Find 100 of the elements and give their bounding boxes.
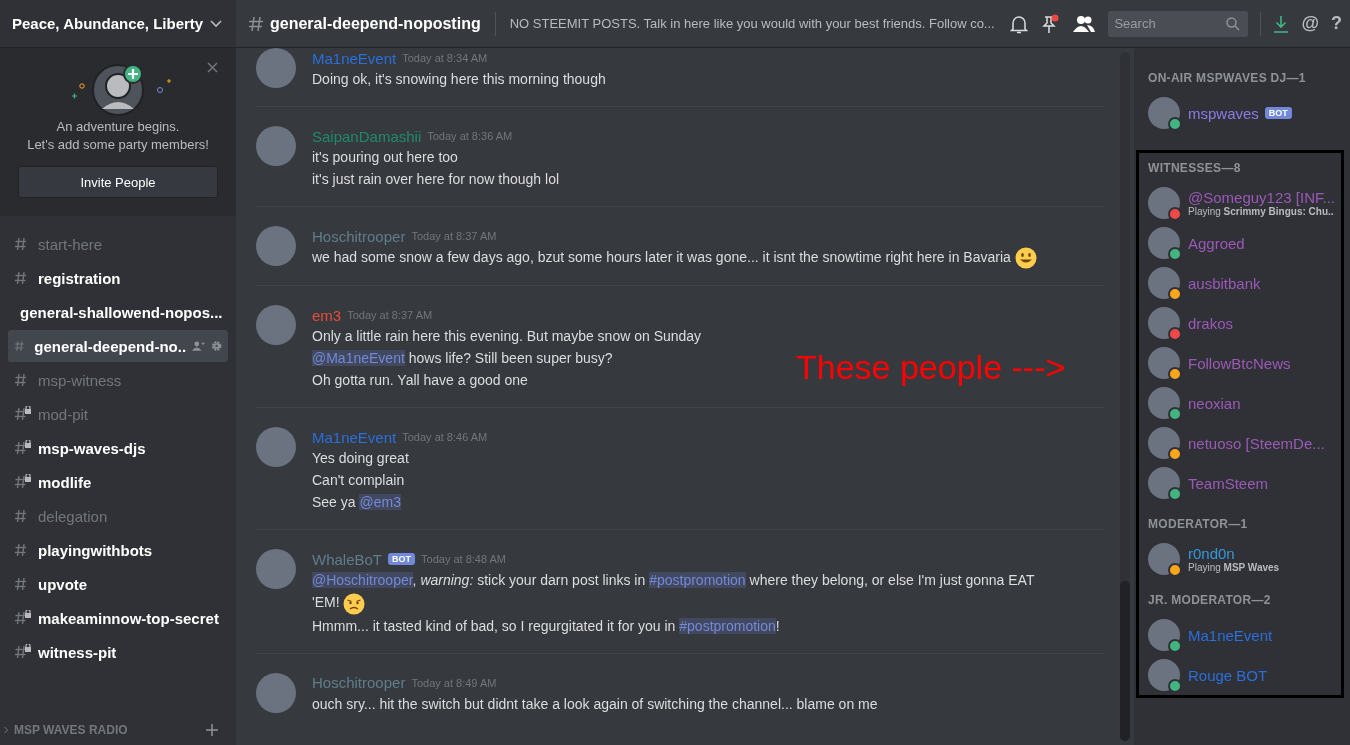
channel-item[interactable]: modlife <box>8 466 228 498</box>
avatar-photo[interactable] <box>1148 267 1180 299</box>
bell-icon[interactable] <box>1010 13 1029 34</box>
avatar-photo[interactable] <box>1148 387 1180 419</box>
mention-link[interactable]: @em3 <box>359 494 401 511</box>
group-header: WITNESSES—8 <box>1148 161 1242 175</box>
settings-icon[interactable] <box>210 339 222 353</box>
message-text: it's pouring out here too <box>312 148 458 167</box>
author-name[interactable]: em3 <box>312 306 342 324</box>
mention-link[interactable]: @Hoschitrooper <box>312 572 413 589</box>
avatar-photo[interactable] <box>1148 187 1180 219</box>
avatar-photo[interactable] <box>1148 543 1180 575</box>
message-text: Only a little rain here this evening. But maybe snow on Sunday <box>312 327 702 347</box>
invite-title: An adventure begins. <box>56 118 180 136</box>
activity-status: Playing MSP Waves <box>1188 562 1280 573</box>
scrollbar[interactable] <box>1120 52 1130 741</box>
chevron-down-icon[interactable] <box>210 19 222 28</box>
invite-subtitle: Let's add some party members! <box>27 136 209 154</box>
author-name[interactable]: Hoschitrooper <box>312 674 406 692</box>
member-name[interactable]: r0nd0n <box>1188 545 1235 562</box>
author-name[interactable]: WhaleBoT <box>312 550 383 568</box>
avatar-photo[interactable] <box>1148 467 1180 499</box>
mention-link[interactable]: @Ma1neEvent <box>312 350 405 367</box>
member-name[interactable]: Ma1neEvent <box>1188 626 1273 644</box>
author-name[interactable]: Ma1neEvent <box>312 428 397 446</box>
channel-item[interactable]: start-here <box>8 228 228 260</box>
group-header: JR. MODERATOR—2 <box>1148 593 1272 607</box>
channel-item[interactable]: msp-waves-djs <box>8 432 228 464</box>
plus-icon[interactable] <box>206 724 218 736</box>
member-name[interactable]: Rouge BOT <box>1188 666 1268 684</box>
toolbar-glyph-button[interactable]: ? <box>1331 13 1342 34</box>
server-name[interactable]: Peace, Abundance, Liberty <box>12 15 204 32</box>
angry-emoji-icon <box>343 592 366 615</box>
invite-people-button[interactable]: Invite People <box>18 166 218 198</box>
message-text: Yes doing great <box>312 449 409 469</box>
message-text: we had some snow a few days ago, bzut some hours later it was gone... it isnt the snowtime right here in Bavaria <box>312 246 1037 270</box>
add-person-icon[interactable] <box>192 340 205 352</box>
category-header[interactable]: MSP WAVES RADIO <box>14 723 128 737</box>
channel-item[interactable]: registration <box>8 262 228 294</box>
avatar-photo[interactable] <box>1148 97 1180 129</box>
mention-link[interactable]: #postpromotion <box>679 617 776 634</box>
timestamp: Today at 8:37 AM <box>411 230 497 242</box>
member-name[interactable]: netuoso [SteemDe... <box>1188 434 1325 452</box>
avatar-photo[interactable] <box>1148 619 1180 651</box>
member-name[interactable]: FollowBtcNews <box>1188 354 1291 372</box>
search-field[interactable]: Search <box>1108 10 1249 37</box>
locked-hash-icon <box>14 474 32 490</box>
timestamp: Today at 8:37 AM <box>347 309 433 322</box>
member-name[interactable]: mspwaves <box>1188 104 1259 122</box>
member-name[interactable]: TeamSteem <box>1188 474 1269 492</box>
download-icon[interactable] <box>1273 14 1290 33</box>
avatar-photo[interactable] <box>1148 307 1180 339</box>
channel-title: general-deepend-noposting <box>270 14 481 33</box>
author-name[interactable]: Ma1neEvent <box>312 49 397 67</box>
message-text: See ya @em3 <box>312 493 401 513</box>
message-text: Oh gotta run. Yall have a good one <box>312 371 528 391</box>
avatar-photo[interactable] <box>1148 227 1180 259</box>
timestamp: Today at 8:46 AM <box>402 431 488 444</box>
members-icon[interactable] <box>1072 14 1097 33</box>
channel-item[interactable]: general-shallowend-nopos... <box>8 296 228 328</box>
channel-item[interactable]: msp-witness <box>8 364 228 396</box>
avatar-photo[interactable] <box>1148 347 1180 379</box>
channel-item[interactable]: makeaminnow-top-secret <box>8 602 228 634</box>
channel-item[interactable]: witness-pit <box>8 636 228 668</box>
author-name[interactable]: SaipanDamashii <box>312 127 422 145</box>
member-name[interactable]: drakos <box>1188 314 1234 332</box>
author-name[interactable]: Hoschitrooper <box>312 227 406 245</box>
member-name[interactable]: ausbitbank <box>1188 274 1261 292</box>
channel-item[interactable]: general-deepend-no.. <box>8 330 228 362</box>
channel-item[interactable]: playingwithbots <box>8 534 228 566</box>
pin-icon[interactable] <box>1040 13 1061 34</box>
locked-hash-icon <box>14 644 32 660</box>
member-name[interactable]: Aggroed <box>1188 234 1245 252</box>
avatar-photo[interactable] <box>1148 659 1180 691</box>
hash-icon <box>248 14 264 33</box>
channel-item[interactable]: mod-pit <box>8 398 228 430</box>
mention-link[interactable]: #postpromotion <box>649 572 746 589</box>
group-header: ON-AIR MSPWAVES DJ—1 <box>1148 71 1307 85</box>
message-text: @Hoschitrooper, warning: stick your darn post links in #postpromotion where they belong, or else I'm just gonna EAT 'EM! <box>312 569 1052 615</box>
member-name[interactable]: @Someguy123 [INF... <box>1188 189 1335 206</box>
message-text: Hmmm... it tasted kind of bad, so I regurgitated it for you in #postpromotion! <box>312 616 780 636</box>
search-icon[interactable] <box>1226 16 1241 31</box>
avatar-photo[interactable] <box>1148 427 1180 459</box>
bot-tag: BOT <box>388 553 416 566</box>
timestamp: Today at 8:34 AM <box>402 52 488 64</box>
locked-hash-icon <box>14 610 32 626</box>
close-icon[interactable] <box>207 62 218 73</box>
message-text: it's just rain over here for now though lol <box>312 170 560 189</box>
channel-topic[interactable]: NO STEEMIT POSTS. Talk in here like you would with your best friends. Follow co... <box>509 16 1005 31</box>
channel-item[interactable]: delegation <box>8 500 228 532</box>
timestamp: Today at 8:48 AM <box>421 553 507 566</box>
toolbar-glyph-button[interactable]: @ <box>1301 13 1319 34</box>
bot-tag: BOT <box>1264 107 1292 119</box>
message-text: Can't complain <box>312 471 405 491</box>
channel-item[interactable]: upvote <box>8 568 228 600</box>
member-name[interactable]: neoxian <box>1188 394 1241 412</box>
group-header: MODERATOR—1 <box>1148 517 1249 531</box>
message-text: @Ma1neEvent hows life? Still been super busy? <box>312 349 613 369</box>
locked-hash-icon <box>14 440 32 456</box>
timestamp: Today at 8:36 AM <box>427 130 513 142</box>
